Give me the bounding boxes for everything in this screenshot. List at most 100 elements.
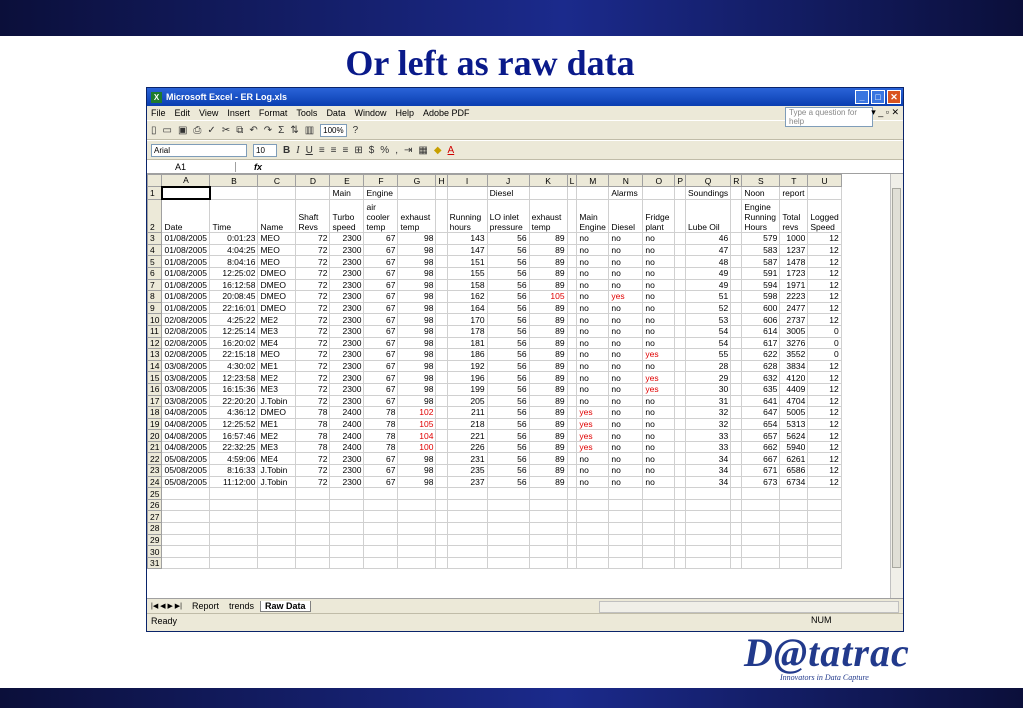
table-cell[interactable]: 628 <box>741 359 781 373</box>
header-cell[interactable] <box>397 186 437 200</box>
table-cell[interactable]: 12 <box>807 278 842 292</box>
table-cell[interactable]: no <box>576 394 610 408</box>
table-cell[interactable] <box>566 324 578 338</box>
table-cell[interactable]: 98 <box>397 266 437 280</box>
table-cell[interactable] <box>779 498 809 512</box>
table-cell[interactable]: 98 <box>397 371 437 384</box>
table-cell[interactable]: no <box>576 359 610 373</box>
table-cell[interactable]: 72 <box>295 243 331 257</box>
table-cell[interactable] <box>397 487 437 500</box>
table-cell[interactable]: 181 <box>446 336 488 350</box>
table-cell[interactable] <box>435 371 448 384</box>
header-cell[interactable]: Total revs <box>779 198 809 234</box>
table-cell[interactable]: no <box>576 243 610 257</box>
column-header[interactable]: P <box>674 174 687 188</box>
table-cell[interactable]: 67 <box>363 475 399 489</box>
table-cell[interactable] <box>674 359 687 373</box>
table-cell[interactable]: 2300 <box>329 243 365 257</box>
table-cell[interactable] <box>486 498 530 512</box>
help-icon[interactable]: ? <box>353 125 359 136</box>
table-cell[interactable]: 2400 <box>329 406 365 419</box>
table-cell[interactable] <box>435 278 448 292</box>
table-cell[interactable] <box>363 522 399 535</box>
table-cell[interactable]: 22:15:18 <box>209 348 259 361</box>
table-cell[interactable] <box>642 533 676 547</box>
table-cell[interactable]: 56 <box>486 313 530 326</box>
table-cell[interactable]: ME3 <box>257 382 297 396</box>
table-cell[interactable]: 12:25:02 <box>209 266 259 280</box>
table-cell[interactable]: 31 <box>685 394 732 408</box>
table-cell[interactable]: 8:04:16 <box>209 255 259 268</box>
fx-icon[interactable]: fx <box>254 162 262 172</box>
table-cell[interactable] <box>730 301 743 315</box>
row-header[interactable]: 9 <box>147 301 163 315</box>
header-cell[interactable] <box>674 198 687 234</box>
table-cell[interactable]: DMEO <box>257 406 297 419</box>
table-cell[interactable] <box>674 382 687 396</box>
table-cell[interactable]: 98 <box>397 278 437 292</box>
table-cell[interactable] <box>730 278 743 292</box>
table-cell[interactable] <box>435 475 448 489</box>
column-header[interactable]: S <box>741 174 781 188</box>
table-cell[interactable] <box>435 290 448 303</box>
table-cell[interactable]: 12 <box>807 255 842 268</box>
table-cell[interactable] <box>161 545 211 558</box>
table-cell[interactable]: 178 <box>446 324 488 338</box>
header-cell[interactable]: Shaft Revs <box>295 198 331 234</box>
table-cell[interactable] <box>329 498 365 512</box>
table-cell[interactable]: 5940 <box>779 440 809 454</box>
table-cell[interactable]: no <box>608 394 644 408</box>
table-cell[interactable] <box>576 522 610 535</box>
table-cell[interactable] <box>435 533 448 547</box>
table-cell[interactable]: 05/08/2005 <box>161 452 211 466</box>
row-header[interactable]: 21 <box>147 440 163 454</box>
table-cell[interactable]: ME1 <box>257 417 297 431</box>
table-cell[interactable] <box>566 533 578 547</box>
table-cell[interactable]: 55 <box>685 348 732 361</box>
table-cell[interactable] <box>528 556 568 570</box>
table-cell[interactable] <box>674 348 687 361</box>
table-cell[interactable] <box>566 498 578 512</box>
table-cell[interactable] <box>435 301 448 315</box>
table-cell[interactable] <box>257 556 297 570</box>
table-cell[interactable] <box>486 545 530 558</box>
table-cell[interactable]: 67 <box>363 382 399 396</box>
autosum-icon[interactable]: Σ <box>278 125 284 136</box>
header-cell[interactable]: Main <box>329 186 365 200</box>
column-header[interactable]: M <box>576 174 610 188</box>
table-cell[interactable]: no <box>608 336 644 350</box>
table-cell[interactable]: no <box>642 232 676 245</box>
table-cell[interactable]: 89 <box>528 382 568 396</box>
table-cell[interactable]: 03/08/2005 <box>161 371 211 384</box>
header-cell[interactable]: Time <box>209 198 259 234</box>
row-header[interactable]: 10 <box>147 313 163 326</box>
table-cell[interactable] <box>674 266 687 280</box>
table-cell[interactable] <box>435 255 448 268</box>
table-cell[interactable] <box>730 522 743 535</box>
table-cell[interactable] <box>642 522 676 535</box>
menu-item-file[interactable]: File <box>151 108 166 118</box>
header-cell[interactable] <box>435 186 448 200</box>
table-cell[interactable] <box>363 487 399 500</box>
row-header[interactable]: 23 <box>147 464 163 477</box>
table-cell[interactable]: 12 <box>807 290 842 303</box>
table-cell[interactable]: 12 <box>807 406 842 419</box>
table-cell[interactable]: 47 <box>685 243 732 257</box>
table-cell[interactable] <box>642 510 676 524</box>
table-cell[interactable] <box>446 545 488 558</box>
table-cell[interactable]: no <box>576 464 610 477</box>
table-cell[interactable] <box>435 522 448 535</box>
table-cell[interactable] <box>566 371 578 384</box>
table-cell[interactable]: no <box>576 232 610 245</box>
table-cell[interactable]: J.Tobin <box>257 475 297 489</box>
table-cell[interactable] <box>730 348 743 361</box>
table-cell[interactable] <box>566 452 578 466</box>
table-cell[interactable] <box>363 510 399 524</box>
table-cell[interactable]: 12 <box>807 243 842 257</box>
table-cell[interactable] <box>674 498 687 512</box>
table-cell[interactable] <box>397 545 437 558</box>
table-cell[interactable]: 72 <box>295 336 331 350</box>
table-cell[interactable]: 98 <box>397 336 437 350</box>
menu-item-adobe-pdf[interactable]: Adobe PDF <box>423 108 470 118</box>
table-cell[interactable]: 89 <box>528 394 568 408</box>
